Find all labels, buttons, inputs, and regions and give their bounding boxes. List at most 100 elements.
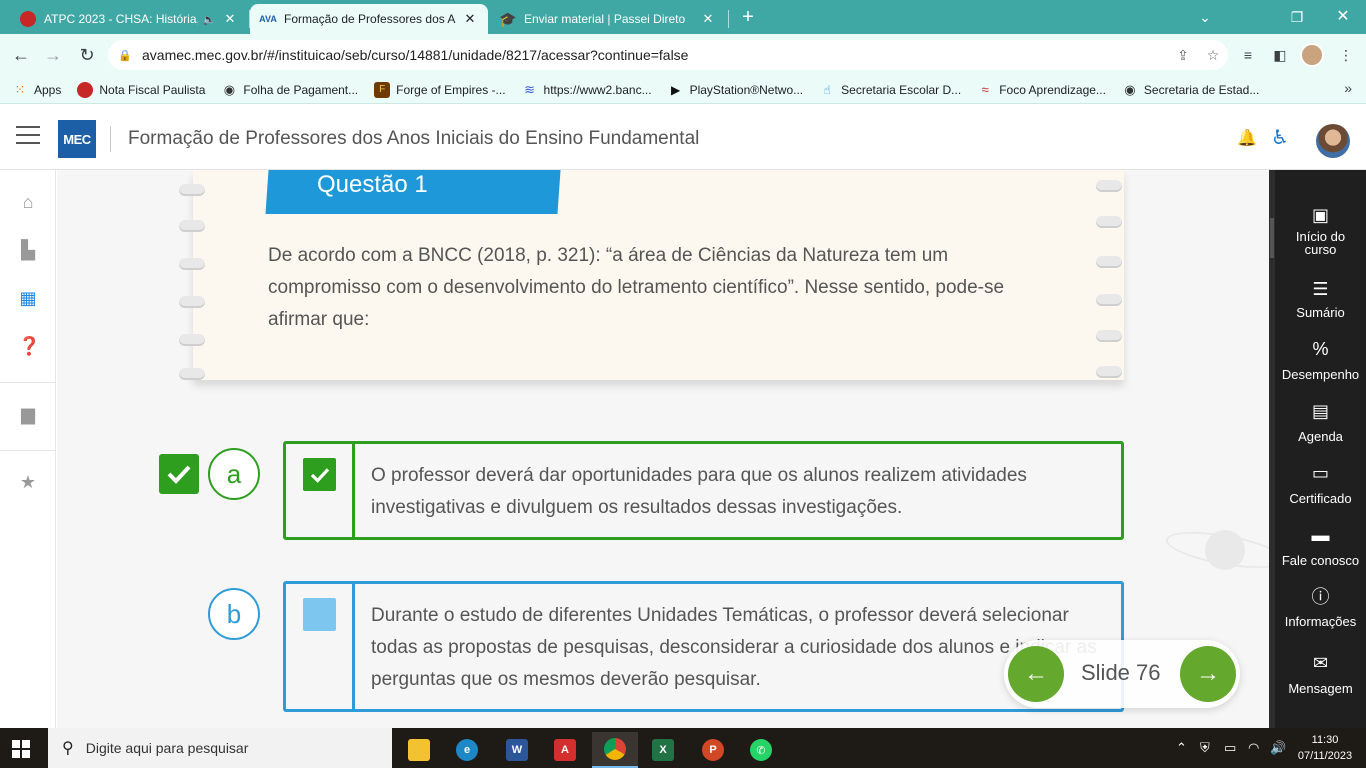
previous-slide-arrow-icon[interactable]: ← xyxy=(1008,646,1064,702)
bookmark-forge[interactable]: F Forge of Empires -... xyxy=(374,81,506,98)
bookmark-star-icon[interactable]: ☆ xyxy=(1198,47,1228,64)
browser-tab-formacao[interactable]: AVA Formação de Professores dos An ✕ xyxy=(250,4,488,34)
share-icon[interactable]: ⇪ xyxy=(1168,47,1198,64)
bar-chart-icon[interactable]: ▆ xyxy=(18,404,38,424)
ava-mec-favicon-icon: AVA xyxy=(259,14,277,24)
forward-arrow-icon[interactable]: → xyxy=(40,42,66,68)
powerpoint-icon: P xyxy=(702,739,724,761)
bookmark-apps[interactable]: ⁙ Apps xyxy=(12,82,62,98)
edge-app[interactable]: e xyxy=(444,732,490,768)
security-shield-icon[interactable]: ⛨ xyxy=(1200,740,1210,756)
option-a-text: O professor deverá dar oportunidades par… xyxy=(371,465,1027,518)
bookmark-nota-fiscal[interactable]: Nota Fiscal Paulista xyxy=(77,81,206,98)
side-panel-icon[interactable]: ◧ xyxy=(1268,44,1292,66)
panel-certificado[interactable]: ▭ Certificado xyxy=(1275,462,1366,505)
playstation-icon: ▶ xyxy=(670,82,681,97)
chrome-menu-icon[interactable]: ⋮ xyxy=(1334,44,1358,66)
option-b[interactable]: Durante o estudo de diferentes Unidades … xyxy=(283,581,1124,712)
scrollbar-thumb[interactable] xyxy=(1270,218,1274,258)
question-text: De acordo com a BNCC (2018, p. 321): “a … xyxy=(268,245,1005,330)
panel-label: Sumário xyxy=(1296,305,1345,320)
help-icon[interactable]: ❓ xyxy=(18,336,40,356)
wifi-icon[interactable]: ◠ xyxy=(1248,740,1259,756)
mec-logo[interactable]: MEC xyxy=(58,120,96,158)
address-bar[interactable]: 🔒 avamec.mec.gov.br/#/instituicao/seb/cu… xyxy=(108,40,1228,70)
whatsapp-app[interactable]: ✆ xyxy=(738,732,784,768)
browser-tab-passei-direto[interactable]: 🎓 Enviar material | Passei Direto ✕ xyxy=(490,4,726,34)
volume-icon[interactable]: 🔊 xyxy=(1270,740,1286,756)
bookmark-secretaria-estado[interactable]: ◉ Secretaria de Estad... xyxy=(1122,82,1259,98)
planet-decoration xyxy=(1205,530,1245,570)
panel-informacoes[interactable]: ⓘ Informações xyxy=(1275,586,1366,628)
option-a[interactable]: O professor deverá dar oportunidades par… xyxy=(283,441,1124,540)
mail-icon: ✉ xyxy=(1312,653,1329,673)
accessibility-icon[interactable]: ♿ xyxy=(1271,125,1289,150)
taskbar-clock[interactable]: 11:30 07/11/2023 xyxy=(1290,732,1360,764)
panel-mensagem[interactable]: ✉ Mensagem xyxy=(1275,652,1366,695)
bookmark-label: Nota Fiscal Paulista xyxy=(99,82,206,97)
windows-start-icon[interactable] xyxy=(12,740,30,758)
option-a-correct-badge xyxy=(159,454,199,494)
close-tab-icon[interactable]: ✕ xyxy=(700,11,716,27)
panel-sumario[interactable]: ☰ Sumário xyxy=(1275,278,1366,319)
checkmark-icon xyxy=(310,467,329,483)
restore-window-icon[interactable]: ❐ xyxy=(1274,4,1320,30)
word-app[interactable]: W xyxy=(494,732,540,768)
reload-icon[interactable]: ↻ xyxy=(74,42,100,68)
home-icon[interactable]: ⌂ xyxy=(18,192,38,212)
user-avatar[interactable] xyxy=(1316,124,1350,158)
right-course-panel: ▣ Início do curso ☰ Sumário % Desempenho… xyxy=(1269,170,1366,728)
profile-avatar-icon[interactable] xyxy=(1300,43,1324,67)
url-text[interactable]: avamec.mec.gov.br/#/instituicao/seb/curs… xyxy=(142,47,1168,63)
panel-label: Certificado xyxy=(1289,491,1352,506)
audio-playing-icon[interactable]: 🔈 xyxy=(202,13,216,26)
app-header: MEC Formação de Professores dos Anos Ini… xyxy=(0,104,1366,170)
show-hidden-icons-chevron-icon[interactable]: ⌃ xyxy=(1176,740,1187,756)
bookmark-folha[interactable]: ◉ Folha de Pagament... xyxy=(221,82,358,98)
more-bookmarks-icon[interactable]: » xyxy=(1344,80,1352,96)
bookmark-banco[interactable]: ≋ https://www2.banc... xyxy=(522,82,652,98)
panel-label: Informações xyxy=(1284,614,1357,629)
option-b-checkbox[interactable] xyxy=(303,598,336,631)
bookmark-playstation[interactable]: ▶ PlayStation®Netwo... xyxy=(668,82,803,98)
rail-divider xyxy=(0,382,56,383)
option-a-checkbox[interactable] xyxy=(303,458,336,491)
next-slide-arrow-icon[interactable]: → xyxy=(1180,646,1236,702)
battery-icon[interactable]: ▭ xyxy=(1224,740,1236,756)
list-icon: ☰ xyxy=(1312,279,1329,299)
browser-tab-atpc[interactable]: ATPC 2023 - CHSA: História, 🔈 ✕ xyxy=(10,4,248,34)
close-tab-icon[interactable]: ✕ xyxy=(462,11,478,27)
close-window-icon[interactable]: ✕ xyxy=(1320,4,1366,30)
bookmarks-bar: ⁙ Apps Nota Fiscal Paulista ◉ Folha de P… xyxy=(0,76,1366,104)
acrobat-app[interactable]: A xyxy=(542,732,588,768)
close-tab-icon[interactable]: ✕ xyxy=(222,11,238,27)
panel-desempenho[interactable]: % Desempenho xyxy=(1275,338,1366,381)
lock-icon[interactable]: 🔒 xyxy=(108,49,142,62)
notification-bell-icon[interactable]: 🔔 xyxy=(1237,128,1257,148)
taskbar-search-box[interactable]: ⚲ Digite aqui para pesquisar xyxy=(48,728,392,768)
bookmark-foco[interactable]: ≈ Foco Aprendizage... xyxy=(977,82,1106,98)
file-explorer-app[interactable] xyxy=(396,732,442,768)
media-control-icon[interactable]: ≡ xyxy=(1236,44,1260,66)
back-arrow-icon[interactable]: ← xyxy=(8,42,34,68)
panel-label: Desempenho xyxy=(1281,367,1360,382)
institution-icon[interactable]: ▙ xyxy=(18,240,38,260)
excel-icon: X xyxy=(652,739,674,761)
dashboard-icon[interactable]: ▦ xyxy=(18,288,38,308)
star-icon[interactable]: ★ xyxy=(18,472,38,492)
chrome-icon xyxy=(604,738,626,760)
option-a-letter[interactable]: a xyxy=(208,448,260,500)
panel-inicio-do-curso[interactable]: ▣ Início do curso xyxy=(1275,204,1366,256)
chrome-app[interactable] xyxy=(592,732,638,768)
panel-fale-conosco[interactable]: ▬ Fale conosco xyxy=(1275,524,1366,567)
new-tab-button[interactable]: + xyxy=(736,6,760,30)
bookmark-secretaria-escolar[interactable]: ☝ Secretaria Escolar D... xyxy=(819,82,961,98)
hamburger-menu-icon[interactable] xyxy=(16,126,40,146)
option-b-letter[interactable]: b xyxy=(208,588,260,640)
excel-app[interactable]: X xyxy=(640,732,686,768)
panel-agenda[interactable]: ▤ Agenda xyxy=(1275,400,1366,443)
tab-title: Enviar material | Passei Direto xyxy=(524,12,686,26)
rail-divider xyxy=(0,450,56,451)
tab-search-chevron-icon[interactable]: ⌄ xyxy=(1182,4,1228,30)
powerpoint-app[interactable]: P xyxy=(690,732,736,768)
